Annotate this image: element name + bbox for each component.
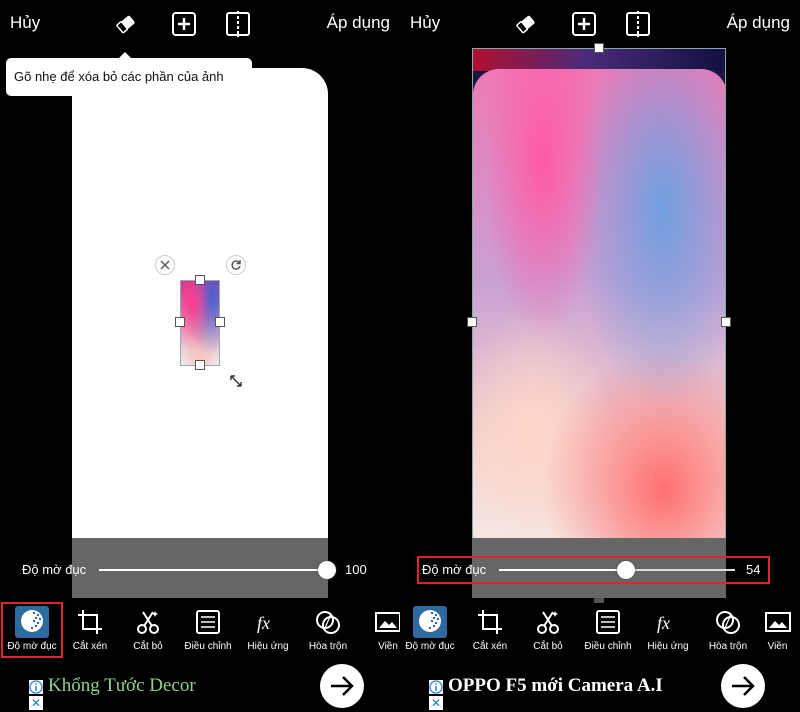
tool-cutout[interactable]: Cắt bỏ — [118, 602, 178, 658]
opacity-icon — [419, 610, 441, 632]
ad-title[interactable]: OPPO F5 mới Camera A.I — [448, 675, 663, 697]
resize-icon[interactable] — [229, 374, 243, 388]
tool-label: Hiệu ứng — [247, 641, 289, 652]
ad-close-icon[interactable]: ✕ — [29, 696, 43, 710]
opacity-slider-row: Độ mờ đục 54 — [400, 556, 800, 584]
opacity-value: 100 — [345, 562, 367, 577]
tool-effects[interactable]: fx Hiệu ứng — [638, 602, 698, 658]
tool-label: Hiệu ứng — [647, 641, 689, 652]
border-icon — [764, 612, 791, 632]
effects-icon: fx — [257, 613, 270, 633]
add-icon[interactable] — [171, 11, 197, 37]
border-icon — [375, 612, 400, 632]
tool-label: Độ mờ đục — [7, 641, 57, 652]
cancel-button[interactable]: Hủy — [410, 13, 440, 33]
crop-icon — [78, 610, 102, 634]
apply-button[interactable]: Áp dụng — [727, 13, 790, 33]
ad-go-button[interactable] — [721, 664, 765, 708]
handle-right[interactable] — [215, 317, 225, 327]
tool-adjust[interactable]: Điều chỉnh — [178, 602, 238, 658]
arrow-right-icon — [732, 676, 755, 696]
arrow-right-icon — [331, 676, 354, 696]
tool-label: Viền — [767, 641, 788, 652]
top-bar: Hủy Áp dụng — [400, 0, 800, 48]
cancel-button[interactable]: Hủy — [10, 13, 40, 33]
adjust-icon — [196, 610, 220, 634]
tool-label: Hòa trộn — [708, 641, 748, 652]
opacity-slider-row: Độ mờ đục 100 — [0, 556, 400, 584]
left-screen: Hủy Áp dụng Gõ nhẹ để xóa bỏ các phần củ… — [0, 0, 400, 712]
tool-border[interactable]: Viền — [755, 602, 800, 658]
selection-outline — [180, 280, 220, 366]
tool-label: Điều chỉnh — [584, 641, 632, 652]
tool-opacity[interactable]: Độ mờ đục — [400, 602, 460, 658]
opacity-label: Độ mờ đục — [422, 562, 487, 577]
tool-border[interactable]: Viền — [358, 602, 400, 658]
eraser-icon[interactable] — [513, 11, 539, 37]
tool-crop[interactable]: Cắt xén — [460, 602, 520, 658]
opacity-slider-fill — [499, 569, 627, 571]
tool-adjust[interactable]: Điều chỉnh — [578, 602, 638, 658]
handle-left[interactable] — [467, 317, 477, 327]
add-icon[interactable] — [571, 11, 597, 37]
cutout-icon — [537, 611, 559, 634]
rotate-icon — [231, 260, 241, 270]
eraser-tooltip: Gõ nhẹ để xóa bỏ các phần của ảnh — [6, 58, 252, 96]
effects-icon: fx — [657, 613, 670, 633]
handle-left[interactable] — [175, 317, 185, 327]
opacity-value: 54 — [746, 562, 761, 577]
opacity-slider-knob[interactable] — [318, 561, 336, 579]
tool-label: Điều chỉnh — [184, 641, 232, 652]
ad-go-button[interactable] — [320, 664, 364, 708]
tool-bar: Độ mờ đục Cắt xén Cắt bỏ Điều chỉnh fx H… — [400, 600, 800, 660]
ad-info-icon[interactable] — [29, 680, 43, 694]
compare-icon[interactable] — [625, 11, 651, 37]
svg-text:fx: fx — [657, 613, 670, 633]
eraser-icon[interactable] — [113, 11, 139, 37]
tool-label: Hòa trộn — [308, 641, 348, 652]
svg-text:fx: fx — [257, 613, 270, 633]
ad-info-icon[interactable] — [429, 680, 443, 694]
adjust-icon — [596, 610, 620, 634]
apply-button[interactable]: Áp dụng — [327, 13, 390, 33]
tool-crop[interactable]: Cắt xén — [60, 602, 120, 658]
tool-label: Viền — [378, 641, 398, 652]
cutout-icon — [137, 611, 159, 634]
tool-blend[interactable]: Hòa trộn — [298, 602, 358, 658]
tool-label: Cắt xén — [72, 641, 108, 652]
handle-right[interactable] — [721, 317, 731, 327]
top-bar: Hủy Áp dụng — [0, 0, 400, 48]
crop-icon — [478, 610, 502, 634]
opacity-slider-track[interactable] — [99, 569, 327, 571]
blend-icon — [716, 611, 740, 634]
opacity-label: Độ mờ đục — [22, 562, 87, 577]
wallpaper-image[interactable] — [472, 48, 726, 598]
ad-title[interactable]: Khổng Tước Decor — [48, 675, 196, 697]
opacity-slider-fill — [99, 569, 327, 571]
tool-cutout[interactable]: Cắt bỏ — [518, 602, 578, 658]
compare-icon[interactable] — [225, 11, 251, 37]
handle-top[interactable] — [594, 43, 604, 53]
blend-icon — [316, 611, 340, 634]
tool-blend[interactable]: Hòa trộn — [698, 602, 758, 658]
tool-opacity[interactable]: Độ mờ đục — [2, 602, 62, 658]
delete-sticker-button[interactable] — [155, 255, 175, 275]
rotate-sticker-button[interactable] — [226, 255, 246, 275]
tool-bar: Độ mờ đục Cắt xén Cắt bỏ Điều chỉnh fx H… — [0, 600, 400, 660]
handle-top[interactable] — [195, 275, 205, 285]
ad-close-icon[interactable]: ✕ — [429, 696, 443, 710]
tool-label: Độ mờ đục — [405, 641, 455, 652]
tool-label: Cắt xén — [472, 641, 508, 652]
tool-label: Cắt bỏ — [533, 641, 563, 652]
close-icon — [160, 260, 170, 270]
wallpaper-gradient — [473, 69, 725, 597]
opacity-icon — [21, 610, 43, 632]
handle-bottom[interactable] — [195, 360, 205, 370]
tool-effects[interactable]: fx Hiệu ứng — [238, 602, 298, 658]
tool-label: Cắt bỏ — [133, 641, 163, 652]
